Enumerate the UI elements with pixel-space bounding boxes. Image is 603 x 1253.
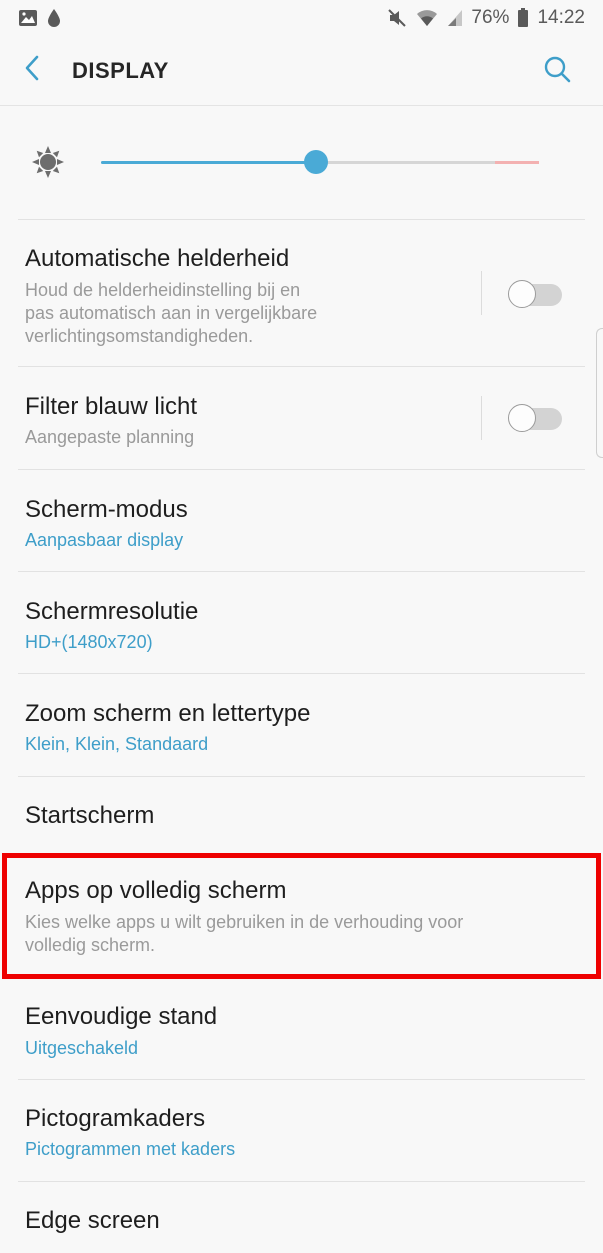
setting-title: Edge screen: [25, 1207, 160, 1234]
setting-auto-brightness[interactable]: Automatische helderheid Houd de helderhe…: [0, 219, 603, 367]
setting-edge-screen[interactable]: Edge screen: [0, 1182, 603, 1253]
status-bar: 76% 14:22: [0, 0, 603, 36]
setting-screen-mode[interactable]: Scherm-modus Aanpasbaar display: [0, 470, 603, 572]
page-title: DISPLAY: [72, 58, 169, 83]
setting-title: Startscherm: [25, 802, 155, 829]
setting-screen-resolution[interactable]: Schermresolutie HD+(1480x720): [0, 572, 603, 674]
setting-subtitle: HD+(1480x720): [25, 632, 153, 652]
setting-subtitle: Uitgeschakeld: [25, 1038, 139, 1058]
toggle-knob: [508, 280, 536, 308]
battery-percent: 76%: [471, 7, 510, 28]
setting-title: Pictogramkaders: [25, 1105, 206, 1132]
chevron-left-icon: [24, 55, 40, 86]
setting-title: Eenvoudige stand: [25, 1003, 218, 1030]
auto-brightness-toggle[interactable]: [508, 280, 562, 308]
setting-title: Apps op volledig scherm: [25, 877, 287, 904]
setting-title: Filter blauw licht: [25, 393, 198, 420]
search-icon: [543, 55, 571, 88]
setting-home-screen[interactable]: Startscherm: [0, 777, 603, 854]
clock: 14:22: [537, 7, 585, 28]
drop-icon: [46, 8, 62, 28]
battery-icon: [517, 8, 529, 28]
toggle-knob: [508, 404, 536, 432]
brightness-slider-thumb[interactable]: [303, 150, 328, 174]
setting-subtitle: Houd de helderheidinstelling bij en pas …: [25, 280, 318, 346]
app-bar: DISPLAY: [0, 36, 603, 106]
signal-icon: [447, 9, 463, 27]
setting-title: Zoom scherm en lettertype: [25, 700, 311, 727]
image-icon: [18, 9, 38, 27]
toggle-separator: [481, 271, 482, 315]
setting-title: Automatische helderheid: [25, 245, 290, 272]
mute-icon: [387, 8, 407, 28]
status-left: [18, 8, 62, 28]
brightness-slider-fill: [101, 161, 316, 164]
setting-easy-mode[interactable]: Eenvoudige stand Uitgeschakeld: [0, 979, 603, 1080]
toggle-separator: [481, 396, 482, 440]
edge-panel-handle[interactable]: [596, 328, 603, 458]
setting-title: Scherm-modus: [25, 496, 188, 523]
brightness-control: [0, 106, 603, 219]
setting-title: Schermresolutie: [25, 598, 199, 625]
setting-fullscreen-apps[interactable]: Apps op volledig scherm Kies welke apps …: [0, 853, 603, 979]
wifi-icon: [415, 8, 439, 28]
sun-icon: [30, 144, 66, 180]
setting-screen-zoom-font[interactable]: Zoom scherm en lettertype Klein, Klein, …: [0, 674, 603, 777]
blue-light-toggle[interactable]: [508, 404, 562, 432]
brightness-slider[interactable]: [101, 150, 539, 174]
status-right: 76% 14:22: [387, 7, 585, 29]
search-button[interactable]: [539, 53, 575, 89]
setting-subtitle: Aanpasbaar display: [25, 530, 184, 550]
setting-subtitle: Klein, Klein, Standaard: [25, 734, 209, 754]
setting-icon-frames[interactable]: Pictogramkaders Pictogrammen met kaders: [0, 1080, 603, 1182]
setting-subtitle: Pictogrammen met kaders: [25, 1139, 236, 1159]
setting-subtitle: Aangepaste planning: [25, 427, 195, 447]
setting-blue-light-filter[interactable]: Filter blauw licht Aangepaste planning: [0, 367, 603, 470]
brightness-warning-zone: [495, 161, 539, 164]
back-button[interactable]: [14, 52, 50, 88]
setting-subtitle: Kies welke apps u wilt gebruiken in de v…: [25, 912, 464, 955]
